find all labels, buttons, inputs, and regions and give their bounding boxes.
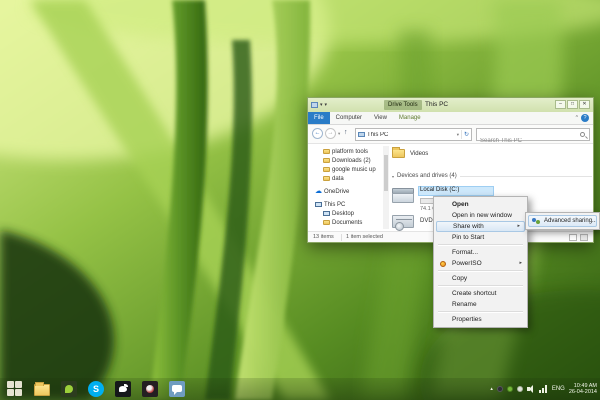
- back-button[interactable]: ←: [312, 128, 323, 139]
- menu-item-properties[interactable]: Properties: [435, 314, 526, 325]
- sidebar-item-this-pc[interactable]: This PC: [308, 200, 383, 209]
- submenu-arrow-icon: ▸: [517, 222, 520, 231]
- menu-separator: [438, 244, 523, 245]
- up-button[interactable]: ↑: [344, 129, 348, 136]
- ribbon-tab-bar: File Computer View Manage ^ ?: [308, 112, 593, 125]
- documents-icon: [323, 220, 330, 225]
- folder-icon: [323, 149, 330, 154]
- folder-icon: [323, 158, 330, 163]
- tab-file[interactable]: File: [308, 112, 330, 124]
- language-indicator[interactable]: ENG: [552, 386, 565, 392]
- sidebar-item-platform-tools[interactable]: platform tools: [308, 147, 383, 156]
- submenu-arrow-icon: ▸: [519, 258, 522, 269]
- menu-item-copy[interactable]: Copy: [435, 273, 526, 284]
- tray-app-icon[interactable]: [517, 386, 523, 392]
- share-with-submenu: Advanced sharing...: [525, 212, 600, 230]
- hard-drive-icon: [392, 188, 414, 203]
- group-collapse-icon[interactable]: ▾: [392, 174, 394, 179]
- menu-item-advanced-sharing[interactable]: Advanced sharing...: [528, 215, 597, 227]
- clock[interactable]: 10:49 AM 26-04-2014: [569, 383, 597, 396]
- menu-item-rename[interactable]: Rename: [435, 299, 526, 310]
- menu-item-format[interactable]: Format...: [435, 247, 526, 258]
- scrollbar-thumb[interactable]: [384, 155, 388, 191]
- title-bar[interactable]: ▾ ▾ Drive Tools This PC – □ ✕: [308, 98, 593, 112]
- poweriso-icon: [440, 261, 446, 267]
- volume-icon[interactable]: [527, 385, 535, 393]
- folder-icon: [323, 167, 330, 172]
- show-hidden-icons-button[interactable]: ▴: [490, 386, 493, 392]
- network-icon[interactable]: [539, 385, 548, 393]
- search-box[interactable]: [476, 128, 590, 141]
- tab-computer[interactable]: Computer: [330, 112, 368, 124]
- thumbnail-view-button[interactable]: [580, 234, 588, 241]
- desktop-icon: [323, 211, 330, 216]
- messaging-app-icon[interactable]: [169, 381, 185, 397]
- folder-icon: [323, 176, 330, 181]
- menu-separator: [438, 311, 523, 312]
- sidebar-item-desktop[interactable]: Desktop: [308, 209, 383, 218]
- sidebar-item-documents[interactable]: Documents: [308, 218, 383, 227]
- menu-item-open[interactable]: Open: [435, 199, 526, 210]
- context-menu: Open Open in new window Share with ▸ Pin…: [433, 196, 528, 328]
- folder-item-videos[interactable]: Videos: [392, 149, 428, 158]
- menu-item-create-shortcut[interactable]: Create shortcut: [435, 288, 526, 299]
- qat-dropdown-icon[interactable]: ▾: [320, 101, 323, 109]
- window-title: This PC: [425, 100, 448, 110]
- maximize-button[interactable]: □: [567, 100, 578, 109]
- clock-time: 10:49 AM: [574, 383, 597, 389]
- folder-icon: [392, 149, 405, 158]
- ribbon-collapse-icon[interactable]: ^: [576, 115, 578, 121]
- advanced-sharing-icon: [532, 218, 541, 225]
- address-bar-row: ← → ▾ ↑ This PC ▾ ↻: [308, 125, 593, 144]
- refresh-icon[interactable]: ↻: [464, 131, 469, 138]
- address-bar[interactable]: This PC ▾ ↻: [355, 128, 472, 141]
- onedrive-cloud-icon: ☁: [315, 189, 322, 194]
- minimize-button[interactable]: –: [555, 100, 566, 109]
- search-icon: [580, 132, 585, 137]
- address-location[interactable]: This PC: [367, 132, 455, 138]
- qat-customize-icon[interactable]: ▾: [325, 101, 328, 109]
- menu-item-open-new-window[interactable]: Open in new window: [435, 210, 526, 221]
- desktop: ▾ ▾ Drive Tools This PC – □ ✕ File Compu…: [0, 0, 600, 400]
- sidebar-scrollbar[interactable]: [383, 146, 389, 229]
- items-count: 13 items: [313, 234, 334, 240]
- clock-date: 26-04-2014: [569, 389, 597, 395]
- taskbar: S ▴ ENG 10:49 AM 26-04-2014: [0, 378, 600, 400]
- address-dropdown-icon[interactable]: ▾: [457, 132, 459, 138]
- menu-separator: [438, 270, 523, 271]
- tab-view[interactable]: View: [368, 112, 393, 124]
- twitter-icon[interactable]: [115, 381, 131, 397]
- group-header-devices[interactable]: ▾ Devices and drives (4): [392, 173, 592, 179]
- sidebar-item-data[interactable]: data: [308, 174, 383, 183]
- selection-count: 1 item selected: [346, 234, 383, 240]
- details-view-button[interactable]: [569, 234, 577, 241]
- menu-item-share-with[interactable]: Share with ▸: [436, 221, 525, 232]
- sidebar-item-onedrive[interactable]: ☁ OneDrive: [308, 187, 383, 196]
- quick-access-toolbar: ▾ ▾: [311, 101, 327, 109]
- tab-manage[interactable]: Manage: [393, 112, 427, 124]
- contextual-tab-group: Drive Tools: [384, 100, 422, 110]
- recent-locations-icon[interactable]: ▾: [338, 131, 340, 137]
- green-app-icon[interactable]: [61, 381, 77, 397]
- navigation-pane: platform tools Downloads (2) google musi…: [308, 144, 383, 231]
- start-button[interactable]: [7, 381, 23, 397]
- system-tray: ▴ ENG 10:49 AM 26-04-2014: [490, 383, 600, 396]
- menu-separator: [438, 285, 523, 286]
- menu-item-pin-to-start[interactable]: Pin to Start: [435, 232, 526, 243]
- sidebar-item-downloads[interactable]: Downloads (2): [308, 156, 383, 165]
- file-explorer-icon[interactable]: [34, 384, 50, 396]
- antivirus-tray-icon[interactable]: [507, 386, 513, 392]
- location-icon: [358, 132, 365, 137]
- computer-icon: [315, 202, 322, 207]
- close-button[interactable]: ✕: [579, 100, 590, 109]
- sidebar-item-google-music[interactable]: google music up: [308, 165, 383, 174]
- window-icon: [311, 102, 318, 108]
- tray-app-icon[interactable]: [497, 386, 503, 392]
- menu-item-poweriso[interactable]: PowerISO ▸: [435, 258, 526, 269]
- dvd-drive-icon: [392, 215, 414, 228]
- forward-button[interactable]: →: [325, 128, 336, 139]
- help-icon[interactable]: ?: [581, 114, 589, 122]
- dark-app-icon[interactable]: [142, 381, 158, 397]
- skype-icon[interactable]: S: [88, 381, 104, 397]
